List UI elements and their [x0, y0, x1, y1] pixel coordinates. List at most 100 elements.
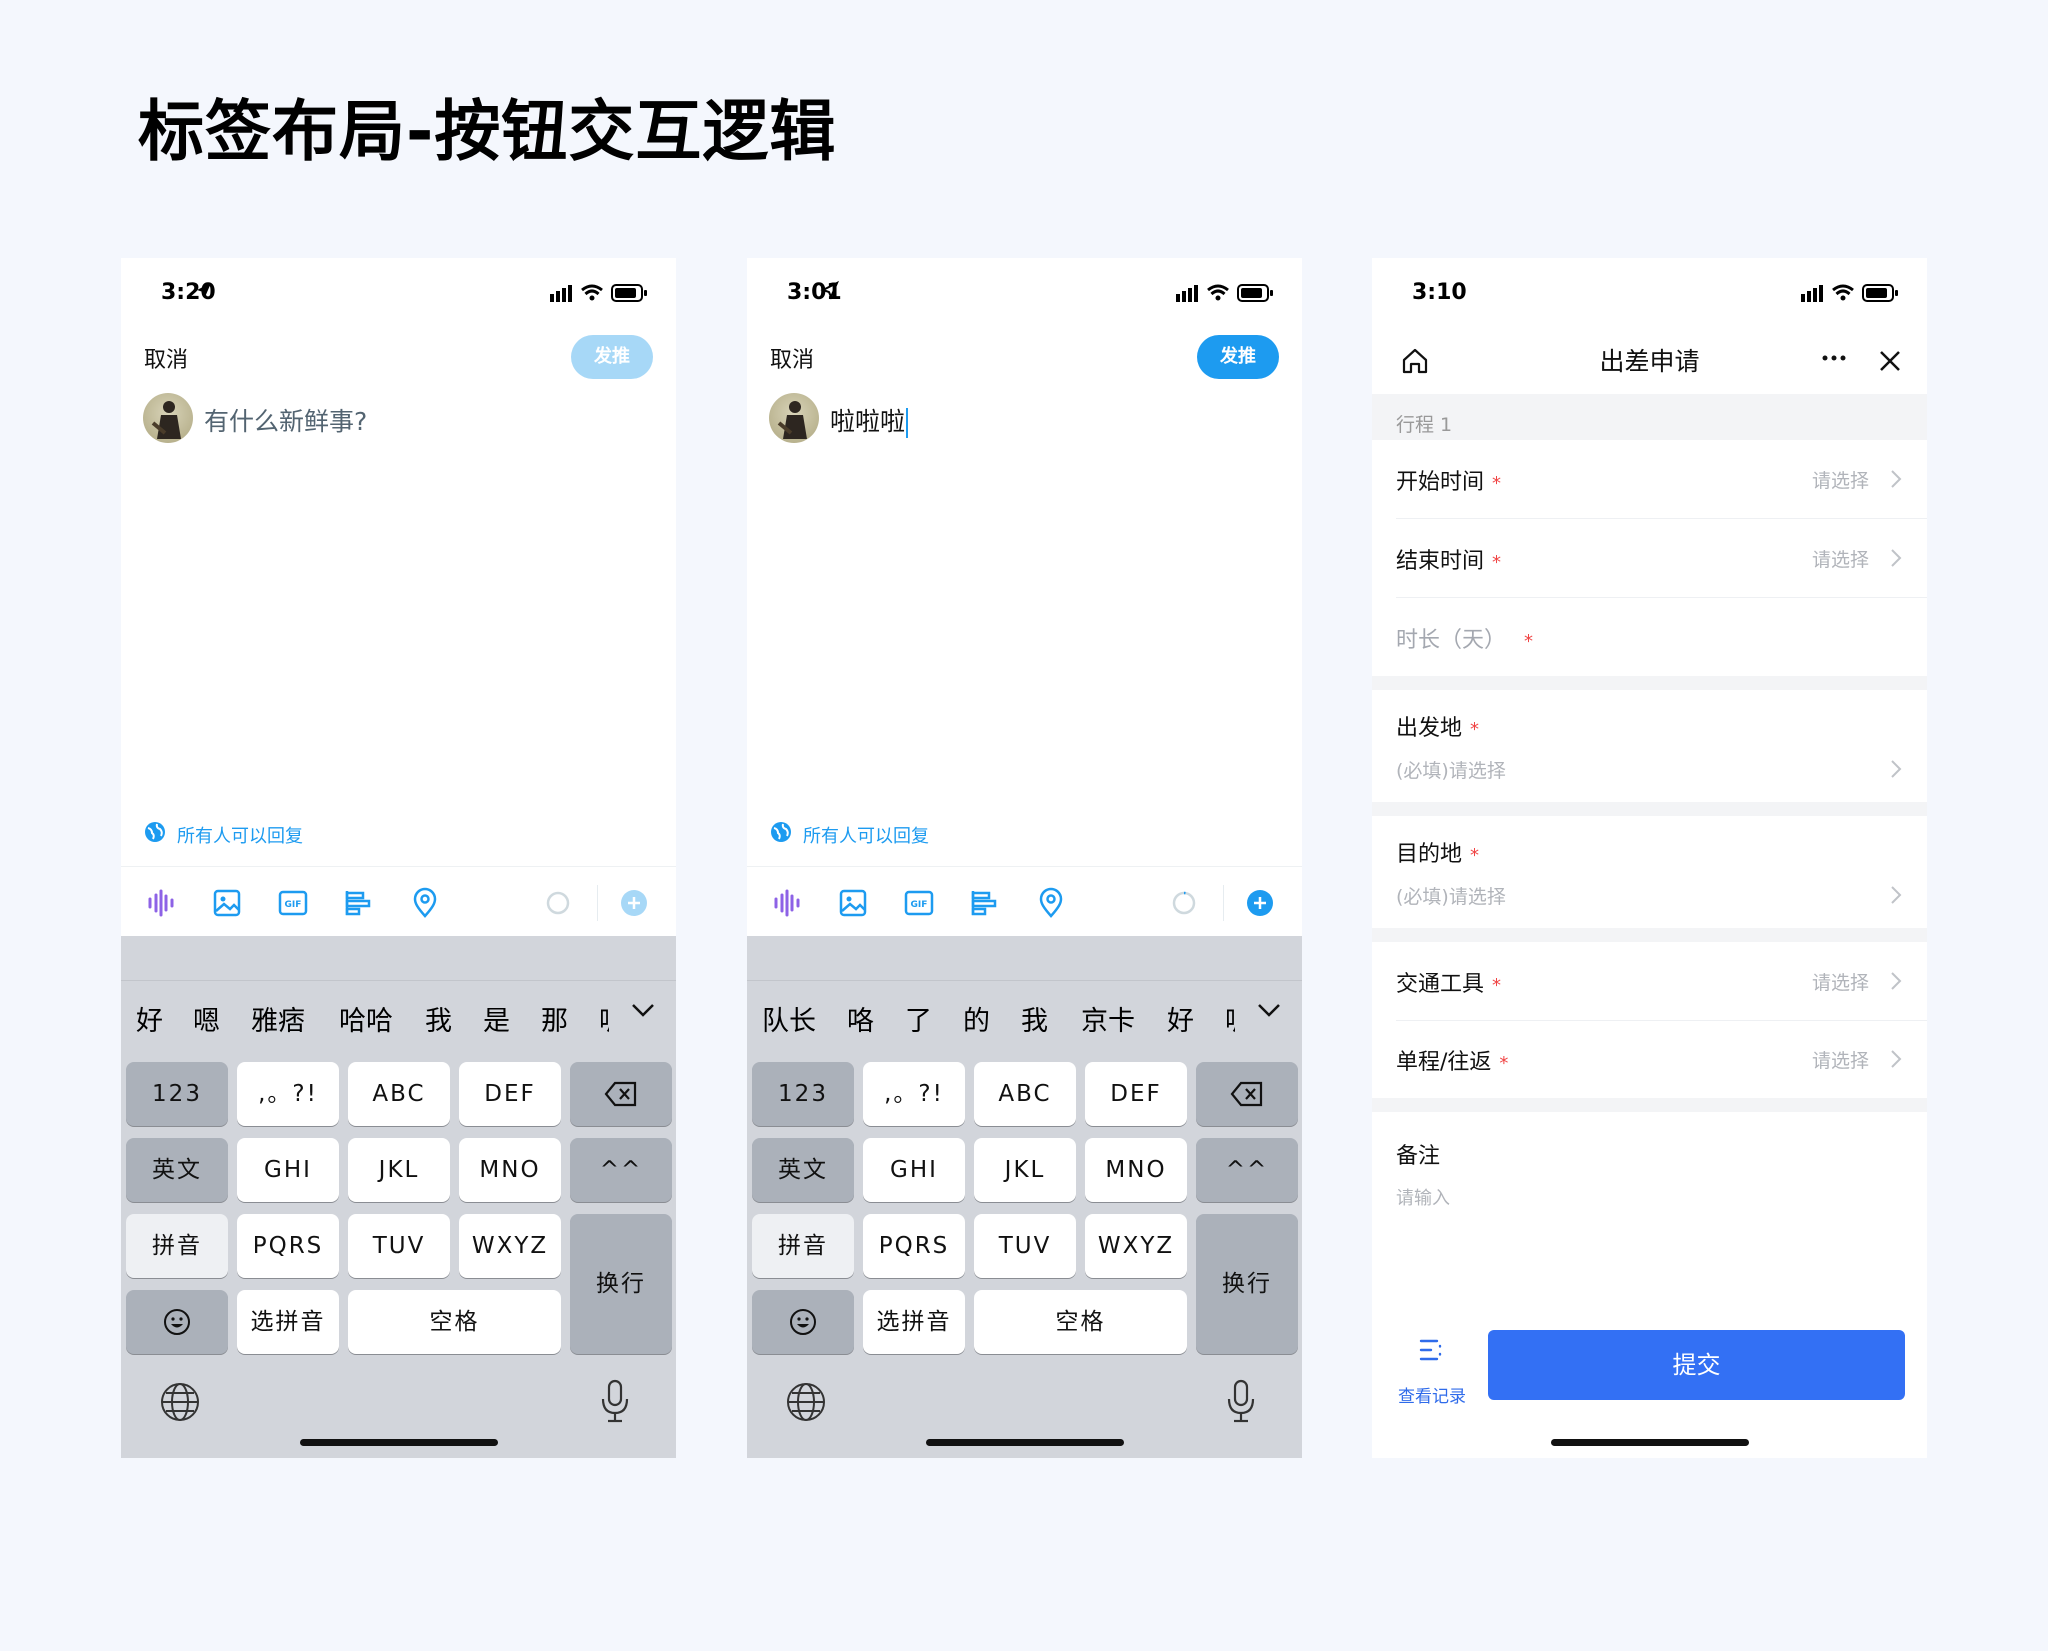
transport-row[interactable]: 交通工具 * 请选择	[1372, 942, 1927, 1020]
compose-input[interactable]: 有什么新鲜事?	[204, 402, 367, 438]
image-icon[interactable]	[837, 887, 869, 919]
voice-icon[interactable]	[145, 887, 177, 919]
remark-card[interactable]: 备注 请输入	[1372, 1112, 1927, 1320]
candidate-word[interactable]: 京卡	[1081, 999, 1135, 1038]
candidate-word[interactable]: 呃	[1225, 999, 1235, 1038]
cancel-button[interactable]: 取消	[770, 342, 814, 374]
emoji-key[interactable]	[126, 1290, 228, 1354]
candidate-word[interactable]: 好	[136, 999, 163, 1038]
voice-icon[interactable]	[771, 887, 803, 919]
space-key[interactable]: 空格	[974, 1290, 1187, 1354]
status-bar: 3:01	[747, 258, 1302, 328]
key-english[interactable]: 英文	[126, 1138, 228, 1202]
candidate-word[interactable]: 嗯	[193, 999, 220, 1038]
key-select-pinyin[interactable]: 选拼音	[237, 1290, 339, 1354]
text-caret	[906, 408, 909, 438]
remark-input[interactable]: 请输入	[1396, 1184, 1450, 1210]
key-pinyin[interactable]: 拼音	[752, 1214, 854, 1278]
key-123[interactable]: 123	[752, 1062, 854, 1126]
key-tuv[interactable]: TUV	[348, 1214, 450, 1278]
system-status-icons	[1801, 284, 1898, 302]
key-jkl[interactable]: JKL	[974, 1138, 1076, 1202]
key-jkl[interactable]: JKL	[348, 1138, 450, 1202]
submit-button[interactable]: 提交	[1488, 1330, 1905, 1400]
view-records-button[interactable]: 查看记录	[1396, 1336, 1468, 1407]
candidate-word[interactable]: 那	[541, 999, 568, 1038]
key-mno[interactable]: MNO	[459, 1138, 561, 1202]
key-punct[interactable]: ,。?!	[237, 1062, 339, 1126]
end-time-row[interactable]: 结束时间 * 请选择	[1372, 519, 1927, 597]
tweet-button-disabled[interactable]: 发推	[571, 335, 653, 379]
reply-setting[interactable]: 所有人可以回复	[769, 820, 929, 847]
microphone-icon[interactable]	[599, 1379, 631, 1423]
return-key[interactable]: 换行	[1196, 1214, 1298, 1354]
key-select-pinyin[interactable]: 选拼音	[863, 1290, 965, 1354]
candidate-word[interactable]: 了	[905, 999, 932, 1038]
candidate-word[interactable]: 是	[483, 999, 510, 1038]
key-pqrs[interactable]: PQRS	[863, 1214, 965, 1278]
more-icon[interactable]	[1821, 354, 1847, 362]
key-emoticon[interactable]: ^^	[1196, 1138, 1298, 1202]
destination-card[interactable]: 目的地 * (必填)请选择	[1372, 816, 1927, 928]
globe-keyboard-icon[interactable]	[785, 1381, 827, 1423]
backspace-key[interactable]	[570, 1062, 672, 1126]
backspace-icon	[1230, 1081, 1263, 1107]
tweet-button-enabled[interactable]: 发推	[1197, 335, 1279, 379]
key-wxyz[interactable]: WXYZ	[459, 1214, 561, 1278]
candidate-word[interactable]: 我	[425, 999, 452, 1038]
reply-setting[interactable]: 所有人可以回复	[143, 820, 303, 847]
key-pqrs[interactable]: PQRS	[237, 1214, 339, 1278]
microphone-icon[interactable]	[1225, 1379, 1257, 1423]
key-pinyin[interactable]: 拼音	[126, 1214, 228, 1278]
trip-type-row[interactable]: 单程/往返 * 请选择	[1372, 1020, 1927, 1098]
globe-keyboard-icon[interactable]	[159, 1381, 201, 1423]
avatar[interactable]	[769, 393, 819, 443]
key-def[interactable]: DEF	[459, 1062, 561, 1126]
key-wxyz[interactable]: WXYZ	[1085, 1214, 1187, 1278]
key-def[interactable]: DEF	[1085, 1062, 1187, 1126]
candidate-word[interactable]: 我	[1021, 999, 1048, 1038]
key-tuv[interactable]: TUV	[974, 1214, 1076, 1278]
poll-icon[interactable]	[343, 887, 375, 919]
key-english[interactable]: 英文	[752, 1138, 854, 1202]
view-records-label: 查看记录	[1398, 1387, 1466, 1407]
departure-label: 出发地 *	[1396, 710, 1479, 742]
add-thread-icon[interactable]	[1244, 887, 1276, 919]
compose-input[interactable]: 啦啦啦	[830, 402, 909, 438]
key-mno[interactable]: MNO	[1085, 1138, 1187, 1202]
candidate-word[interactable]: 好	[1167, 999, 1194, 1038]
candidate-word[interactable]: 呃	[599, 999, 609, 1038]
candidate-word[interactable]: 队长	[762, 999, 816, 1038]
avatar[interactable]	[143, 393, 193, 443]
space-key[interactable]: 空格	[348, 1290, 561, 1354]
departure-card[interactable]: 出发地 * (必填)请选择	[1372, 690, 1927, 802]
poll-icon[interactable]	[969, 887, 1001, 919]
key-punct[interactable]: ,。?!	[863, 1062, 965, 1126]
candidate-word[interactable]: 哈哈	[339, 999, 393, 1038]
close-icon[interactable]	[1877, 348, 1903, 374]
chevron-down-icon[interactable]	[1256, 1000, 1282, 1020]
return-key[interactable]: 换行	[570, 1214, 672, 1354]
image-icon[interactable]	[211, 887, 243, 919]
key-abc[interactable]: ABC	[974, 1062, 1076, 1126]
gif-icon[interactable]: GIF	[903, 887, 935, 919]
backspace-key[interactable]	[1196, 1062, 1298, 1126]
start-time-row[interactable]: 开始时间 * 请选择	[1372, 440, 1927, 518]
candidate-word[interactable]: 的	[963, 999, 990, 1038]
key-123[interactable]: 123	[126, 1062, 228, 1126]
location-pin-icon[interactable]	[409, 887, 441, 919]
candidate-bar: 好 嗯 雅痞 哈哈 我 是 那 呃	[121, 936, 676, 1056]
add-thread-icon[interactable]	[618, 887, 650, 919]
compose-input-text: 啦啦啦	[830, 407, 906, 436]
candidate-word[interactable]: 雅痞	[251, 999, 305, 1038]
candidate-word[interactable]: 咯	[847, 999, 874, 1038]
emoji-key[interactable]	[752, 1290, 854, 1354]
location-pin-icon[interactable]	[1035, 887, 1067, 919]
key-ghi[interactable]: GHI	[237, 1138, 339, 1202]
gif-icon[interactable]: GIF	[277, 887, 309, 919]
key-ghi[interactable]: GHI	[863, 1138, 965, 1202]
chevron-down-icon[interactable]	[630, 1000, 656, 1020]
cancel-button[interactable]: 取消	[144, 342, 188, 374]
key-emoticon[interactable]: ^^	[570, 1138, 672, 1202]
key-abc[interactable]: ABC	[348, 1062, 450, 1126]
